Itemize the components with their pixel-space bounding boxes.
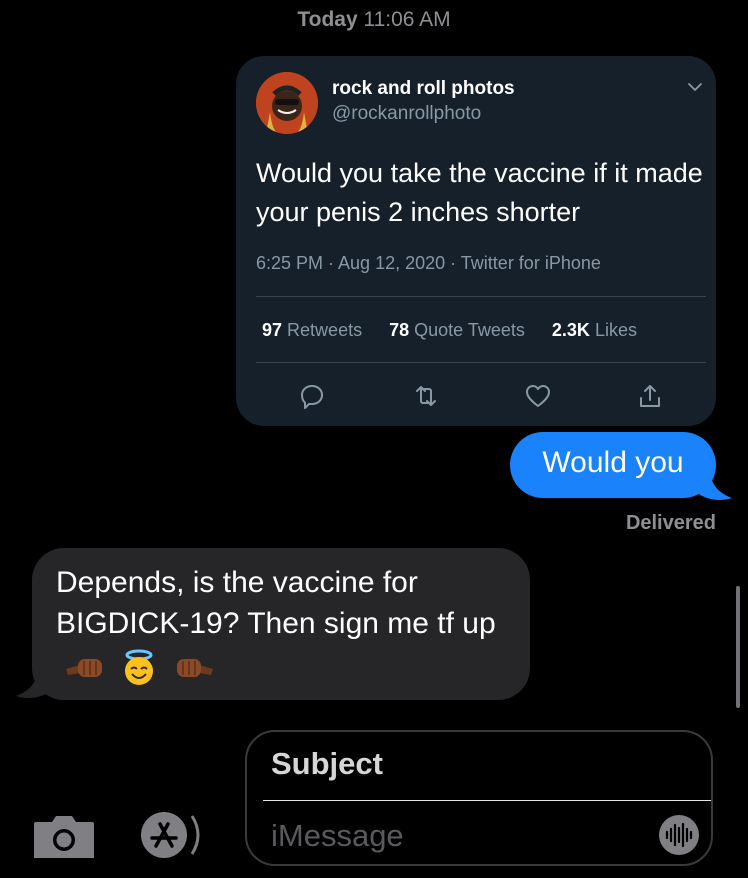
tweet-stats: 97 Retweets 78 Quote Tweets 2.3K Likes <box>262 320 659 341</box>
fist-bump-left-emoji <box>176 658 213 677</box>
compose-divider <box>263 800 711 801</box>
tweet-divider <box>256 362 706 363</box>
fist-bump-right-emoji <box>66 658 102 677</box>
smiling-halo-emoji <box>125 649 154 685</box>
subject-input[interactable]: Subject <box>271 746 383 782</box>
incoming-message-bubble[interactable]: Depends, is the vaccine for BIGDICK-19? … <box>32 548 530 700</box>
timestamp-time: 11:06 AM <box>363 8 451 31</box>
tweet-stat-retweets[interactable]: 97 Retweets <box>262 320 362 340</box>
outgoing-message-text: Would you <box>542 446 684 479</box>
compose-box[interactable]: Subject iMessage <box>245 730 713 866</box>
retweet-icon[interactable] <box>412 382 440 410</box>
share-icon[interactable] <box>636 382 664 410</box>
tweet-stat-likes[interactable]: 2.3K Likes <box>552 320 637 340</box>
like-icon[interactable] <box>524 382 552 410</box>
app-store-button[interactable] <box>138 806 210 864</box>
emoji-row <box>64 646 217 687</box>
chevron-down-icon[interactable] <box>686 78 704 96</box>
audio-waveform-icon[interactable] <box>657 813 701 857</box>
embedded-tweet-card[interactable]: rock and roll photos @rockanrollphoto Wo… <box>236 56 716 426</box>
tweet-divider <box>256 296 706 297</box>
tweet-stat-quote-tweets[interactable]: 78 Quote Tweets <box>389 320 525 340</box>
outgoing-message-bubble[interactable]: Would you <box>510 432 716 498</box>
message-input[interactable]: iMessage <box>271 818 404 854</box>
scrollbar[interactable] <box>736 586 740 708</box>
incoming-message-body: Depends, is the vaccine for BIGDICK-19? … <box>56 566 496 640</box>
conversation-timestamp: Today 11:06 AM <box>0 8 748 32</box>
tweet-author-avatar[interactable] <box>256 72 318 134</box>
incoming-message-text: Depends, is the vaccine for BIGDICK-19? … <box>56 562 516 687</box>
delivery-status: Delivered <box>625 512 716 534</box>
tweet-author-name[interactable]: rock and roll photos <box>332 78 515 100</box>
camera-button[interactable] <box>32 810 96 860</box>
tweet-author-handle[interactable]: @rockanrollphoto <box>332 103 481 125</box>
tweet-meta: 6:25 PM · Aug 12, 2020 · Twitter for iPh… <box>256 253 601 273</box>
tweet-text: Would you take the vaccine if it made yo… <box>256 158 703 227</box>
timestamp-day: Today <box>297 8 358 31</box>
reply-icon[interactable] <box>298 382 326 410</box>
